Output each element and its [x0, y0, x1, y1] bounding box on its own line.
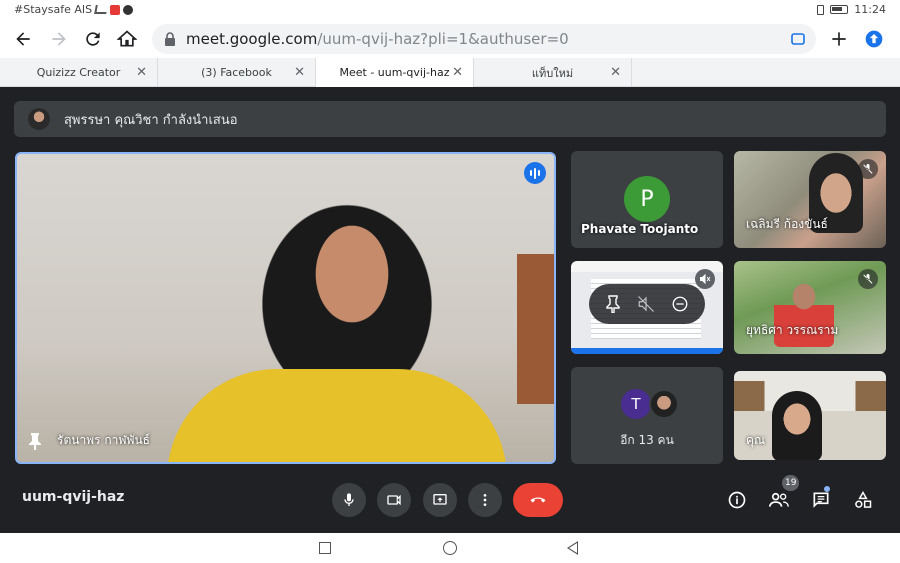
participant-name: คุณ: [746, 433, 766, 447]
tab-quizizz[interactable]: Quizizz Creator ✕: [0, 58, 158, 87]
back-nav-button[interactable]: [567, 541, 578, 555]
tile-controls-overlay[interactable]: [589, 284, 705, 324]
home-icon: [117, 30, 137, 47]
close-icon[interactable]: ✕: [610, 65, 621, 80]
status-bar: #Staysafe AIS 11:24: [0, 0, 900, 20]
participant-name: ยุทธิศา วรรณราม: [746, 323, 839, 337]
clock: 11:24: [854, 3, 886, 16]
more-participants-label: อีก 13 คน: [620, 433, 674, 447]
participant-tile[interactable]: ยุทธิศา วรรณราม: [734, 261, 886, 354]
speaker-video: [167, 369, 507, 462]
back-button[interactable]: [10, 26, 36, 52]
tab-label: แท็บใหม่: [531, 66, 574, 80]
arrow-left-icon: [16, 32, 30, 46]
main-video-tile[interactable]: รัตนาพร กาฬพันธ์: [15, 152, 556, 464]
vibrate-icon: [817, 4, 825, 15]
browser-toolbar: meet.google.com/uum-qvij-haz?pli=1&authu…: [0, 20, 900, 58]
presenting-banner[interactable]: สุพรรษา คุณวิชา กำลังนำเสนอ: [14, 101, 886, 137]
pin-icon[interactable]: [605, 295, 621, 313]
activities-icon: [855, 490, 872, 508]
mute-icon[interactable]: [637, 295, 655, 313]
avatar: P: [624, 176, 670, 222]
background-door: [517, 254, 554, 404]
update-button[interactable]: [861, 26, 887, 52]
reload-icon: [86, 32, 100, 46]
meeting-details-button[interactable]: [723, 486, 751, 514]
reload-button[interactable]: [80, 26, 106, 52]
mic-off-icon: [858, 269, 878, 289]
url-host: meet.google.com: [186, 30, 318, 48]
meeting-code: uum-qvij-haz: [22, 489, 125, 505]
chat-notification-dot: [824, 486, 830, 492]
present-button[interactable]: [423, 483, 457, 517]
new-tab-button[interactable]: [826, 26, 852, 52]
forward-button[interactable]: [46, 26, 72, 52]
chat-button[interactable]: [807, 486, 835, 514]
present-screen-icon: [433, 494, 447, 505]
mute-presentation-icon: [695, 269, 715, 289]
participant-tile[interactable]: เฉลิมรี ก้องขันธ์: [734, 151, 886, 248]
pin-icon: [29, 433, 41, 450]
chat-icon: [813, 492, 829, 508]
address-bar[interactable]: meet.google.com/uum-qvij-haz?pli=1&authu…: [152, 24, 816, 54]
system-nav-bar: [0, 533, 900, 563]
close-icon[interactable]: ✕: [136, 65, 147, 80]
tab-strip: Quizizz Creator ✕ (3) Facebook ✕ Meet - …: [0, 58, 900, 87]
speaking-indicator-icon: [524, 162, 546, 184]
avatar: [649, 389, 679, 419]
self-video-tile[interactable]: คุณ: [734, 371, 886, 460]
participant-name: รัตนาพร กาฬพันธ์: [57, 433, 150, 447]
notification-icon: [110, 4, 121, 15]
close-icon[interactable]: ✕: [452, 65, 463, 80]
messenger-icon: [123, 4, 134, 15]
mic-button[interactable]: [332, 483, 366, 517]
people-icon: [769, 492, 789, 507]
lock-icon: [165, 32, 175, 46]
participant-name: เฉลิมรี ก้องขันธ์: [746, 217, 828, 231]
signal-icon: [94, 5, 108, 14]
meet-area: สุพรรษา คุณวิชา กำลังนำเสนอ รัตนาพร กาฬพ…: [0, 87, 900, 533]
arrow-up-circle-icon: [865, 30, 883, 48]
phone-hangup-icon: [530, 497, 546, 503]
tab-label: (3) Facebook: [201, 66, 272, 79]
end-call-button[interactable]: [513, 483, 563, 517]
participant-video: [772, 391, 822, 460]
participant-name: Phavate Toojanto: [581, 222, 699, 236]
tab-facebook[interactable]: (3) Facebook ✕: [158, 58, 316, 87]
tab-meet[interactable]: Meet - uum-qvij-haz ✕: [316, 58, 474, 87]
home-nav-button[interactable]: [443, 541, 457, 555]
arrow-right-icon: [52, 32, 66, 46]
carrier-label: #Staysafe AIS: [14, 3, 93, 16]
info-icon: [728, 491, 746, 509]
participants-count-badge: 19: [782, 475, 800, 491]
close-icon[interactable]: ✕: [294, 65, 305, 80]
tab-switcher-icon[interactable]: [790, 31, 806, 47]
taskbar: [571, 348, 723, 354]
mic-icon: [344, 493, 354, 506]
plus-icon: [832, 32, 846, 46]
activities-button[interactable]: [849, 486, 877, 514]
avatar: [28, 108, 50, 130]
avatar: T: [621, 389, 651, 419]
more-options-button[interactable]: [468, 483, 502, 517]
remove-icon[interactable]: [671, 295, 689, 313]
battery-icon: [830, 5, 849, 14]
tab-label: Meet - uum-qvij-haz: [339, 66, 450, 79]
more-vert-icon: [483, 494, 487, 506]
camera-button[interactable]: [377, 483, 411, 517]
camera-icon: [387, 494, 401, 506]
participant-tile[interactable]: P Phavate Toojanto: [571, 151, 723, 248]
presenting-text: สุพรรษา คุณวิชา กำลังนำเสนอ: [64, 112, 238, 128]
tab-new-tab[interactable]: แท็บใหม่ ✕: [474, 58, 632, 87]
presentation-tile[interactable]: [571, 261, 723, 354]
more-participants-tile[interactable]: T อีก 13 คน: [571, 367, 723, 464]
home-button[interactable]: [114, 26, 140, 52]
recents-button[interactable]: [319, 542, 331, 554]
tab-label: Quizizz Creator: [36, 66, 121, 79]
url-path: /uum-qvij-haz?pli=1&authuser=0: [317, 30, 569, 48]
mic-off-icon: [858, 159, 878, 179]
